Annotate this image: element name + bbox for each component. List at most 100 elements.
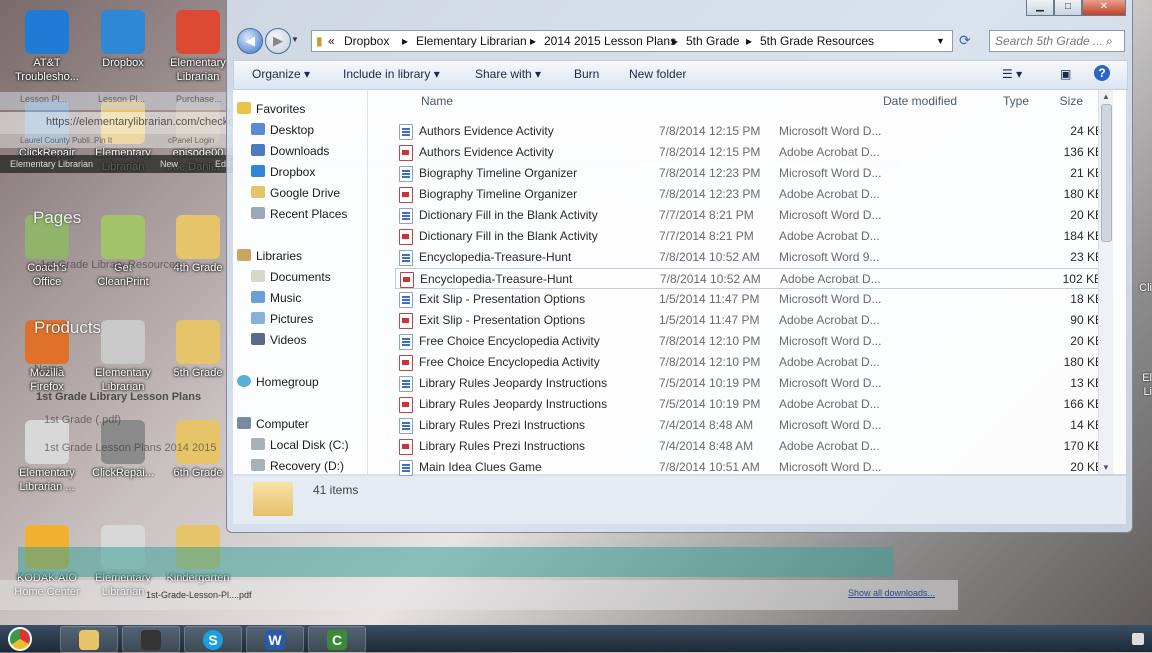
nav-google-drive[interactable]: Google Drive — [251, 186, 340, 200]
crumb-5th-grade[interactable]: 5th Grade — [686, 34, 739, 48]
vertical-scrollbar[interactable]: ▲ ▼ — [1098, 90, 1113, 474]
forward-button[interactable]: ▶ — [265, 28, 291, 54]
desktop-icon-item[interactable]: Dropbox — [88, 10, 158, 70]
include-in-library-button[interactable]: Include in library ▾ — [343, 67, 440, 81]
desktop-icon-item[interactable]: 6th Grade — [163, 420, 233, 480]
file-row[interactable]: Library Rules Jeopardy Instructions 7/5/2… — [395, 394, 1107, 415]
nav-computer[interactable]: Computer — [237, 417, 309, 431]
new-folder-button[interactable]: New folder — [629, 67, 686, 81]
preview-pane-icon[interactable]: ▣ — [1060, 67, 1071, 81]
file-row[interactable]: Main Idea Clues Game 7/8/2014 10:51 AM Mic… — [395, 457, 1107, 478]
file-row[interactable]: Authors Evidence Activity 7/8/2014 12:15 … — [395, 121, 1107, 142]
crumb-dropbox[interactable]: Dropbox — [344, 34, 389, 48]
view-options-icon[interactable]: ☰ ▾ — [1002, 67, 1022, 81]
shortcut-icon — [176, 215, 220, 259]
search-icon[interactable]: ⌕ — [1106, 34, 1113, 49]
file-row[interactable]: Encyclopedia-Treasure-Hunt 7/8/2014 10:52… — [395, 268, 1107, 289]
skype-icon: S — [203, 630, 223, 650]
nav-downloads[interactable]: Downloads — [251, 144, 329, 158]
pdf-file-icon — [399, 355, 413, 371]
organize-button[interactable]: Organize ▾ — [252, 67, 310, 81]
desktop-icon-item[interactable]: Elementary Librarian — [163, 10, 233, 84]
taskbar-explorer[interactable] — [60, 626, 118, 653]
minimize-button[interactable]: ▁ — [1026, 0, 1054, 16]
address-dropdown-icon[interactable]: ▼ — [936, 36, 945, 46]
file-row[interactable]: Library Rules Prezi Instructions 7/4/2014… — [395, 436, 1107, 457]
crumb-5th-grade-resources[interactable]: 5th Grade Resources — [760, 34, 874, 48]
desktop-icon-item[interactable]: Elementary Librarian ... — [12, 420, 82, 494]
column-date-modified[interactable]: Date modified — [883, 94, 957, 108]
nav-music[interactable]: Music — [251, 291, 301, 305]
file-row[interactable]: Biography Timeline Organizer 7/8/2014 12:… — [395, 184, 1107, 205]
file-row[interactable]: Exit Slip - Presentation Options 1/5/2014… — [395, 310, 1107, 331]
nav-favorites[interactable]: Favorites — [237, 102, 305, 116]
file-row[interactable]: Library Rules Jeopardy Instructions 7/5/2… — [395, 373, 1107, 394]
desktop-icon-item[interactable]: episode00 Joe Daniel... — [163, 100, 233, 174]
column-name[interactable]: Name — [421, 94, 453, 108]
nav-pictures[interactable]: Pictures — [251, 312, 313, 326]
maximize-button[interactable]: □ — [1054, 0, 1082, 16]
nav-recovery[interactable]: Recovery (D:) — [251, 459, 344, 473]
share-with-button[interactable]: Share with ▾ — [475, 67, 541, 81]
nav-documents[interactable]: Documents — [251, 270, 331, 284]
file-row[interactable]: Free Choice Encyclopedia Activity 7/8/201… — [395, 331, 1107, 352]
taskbar-skype[interactable]: S — [184, 626, 242, 653]
nav-local-disk[interactable]: Local Disk (C:) — [251, 438, 349, 452]
burn-button[interactable]: Burn — [574, 67, 599, 81]
taskbar-bitdefender[interactable] — [122, 626, 180, 653]
ghost-show-all: Show all downloads... — [848, 588, 936, 598]
crumb-elementary-librarian[interactable]: Elementary Librarian — [416, 34, 527, 48]
desktop-icon-item[interactable]: Get CleanPrint — [88, 215, 158, 289]
desktop: AT&T Troublesho... Dropbox Elementary Libr… — [0, 0, 230, 625]
crumb-sep-icon[interactable]: ▸ — [530, 34, 536, 48]
crumb-sep-icon[interactable]: ▸ — [672, 34, 678, 48]
nav-recent-places[interactable]: Recent Places — [251, 207, 347, 221]
nav-dropbox[interactable]: Dropbox — [251, 165, 315, 179]
file-row[interactable]: Encyclopedia-Treasure-Hunt 7/8/2014 10:52… — [395, 247, 1107, 268]
desktop-icon-item[interactable]: 4th Grade — [163, 215, 233, 275]
file-row[interactable]: Dictionary Fill in the Blank Activity 7/7… — [395, 226, 1107, 247]
nav-videos[interactable]: Videos — [251, 333, 306, 347]
column-size[interactable]: Size — [1060, 94, 1083, 108]
chrome-taskbar-icon[interactable] — [8, 627, 32, 651]
file-row[interactable]: Authors Evidence Activity 7/8/2014 12:15 … — [395, 142, 1107, 163]
file-row[interactable]: Free Choice Encyclopedia Activity 7/8/201… — [395, 352, 1107, 373]
crumb-sep-icon[interactable]: ▸ — [746, 34, 752, 48]
desktop-icon-item[interactable]: AT&T Troublesho... — [12, 10, 82, 84]
breadcrumb[interactable]: ▮ « Dropbox ▸ Elementary Librarian ▸ 201… — [311, 30, 953, 52]
desktop-icon-item[interactable]: 5th Grade — [163, 320, 233, 380]
desktop-icon-item[interactable]: Mozilla Firefox — [12, 320, 82, 394]
desktop-icon-item[interactable]: Kindergarten — [163, 525, 233, 585]
desktop-icon-item[interactable]: KODAK AIO Home Center — [12, 525, 82, 599]
nav-desktop[interactable]: Desktop — [251, 123, 314, 137]
close-button[interactable]: ✕ — [1082, 0, 1126, 16]
nav-homegroup[interactable]: Homegroup — [237, 375, 319, 389]
nav-libraries[interactable]: Libraries — [237, 249, 302, 263]
tray-icon[interactable] — [1132, 633, 1144, 645]
help-icon[interactable]: ? — [1094, 65, 1110, 81]
file-row[interactable]: Biography Timeline Organizer 7/8/2014 12:… — [395, 163, 1107, 184]
recent-pages-icon[interactable]: ▼ — [291, 35, 299, 44]
crumb-sep-icon[interactable]: ▸ — [402, 34, 408, 48]
file-row[interactable]: Library Rules Prezi Instructions 7/4/2014… — [395, 415, 1107, 436]
desktop-icon-item[interactable]: Elementary Librarian — [88, 100, 158, 174]
file-name: Exit Slip - Presentation Options — [419, 313, 586, 327]
column-type[interactable]: Type — [1003, 94, 1029, 108]
file-row[interactable]: Exit Slip - Presentation Options 1/5/2014… — [395, 289, 1107, 310]
scroll-down-icon[interactable]: ▼ — [1102, 463, 1110, 472]
back-button[interactable]: ◀ — [237, 28, 263, 54]
desktop-icon-item[interactable]: Coach's Office — [12, 215, 82, 289]
scrollbar-thumb[interactable] — [1101, 104, 1112, 242]
file-row[interactable]: Dictionary Fill in the Blank Activity 7/7… — [395, 205, 1107, 226]
desktop-icon-item[interactable]: Elementary Librarian — [88, 320, 158, 394]
taskbar-word[interactable]: W — [246, 626, 304, 653]
crumb-lesson-plans[interactable]: 2014 2015 Lesson Plans — [544, 34, 676, 48]
refresh-icon[interactable]: ⟳ — [959, 32, 977, 50]
breadcrumb-overflow[interactable]: « — [328, 34, 335, 48]
desktop-icon-item[interactable]: ClickRepai... — [88, 420, 158, 480]
taskbar-camtasia[interactable]: C — [308, 626, 366, 653]
desktop-icon-item[interactable]: ClickRepair — [12, 100, 82, 160]
search-input[interactable]: Search 5th Grade ... ⌕ — [989, 30, 1125, 52]
scroll-up-icon[interactable]: ▲ — [1102, 92, 1110, 101]
desktop-icon-item[interactable]: Elementary Librarian — [88, 525, 158, 599]
